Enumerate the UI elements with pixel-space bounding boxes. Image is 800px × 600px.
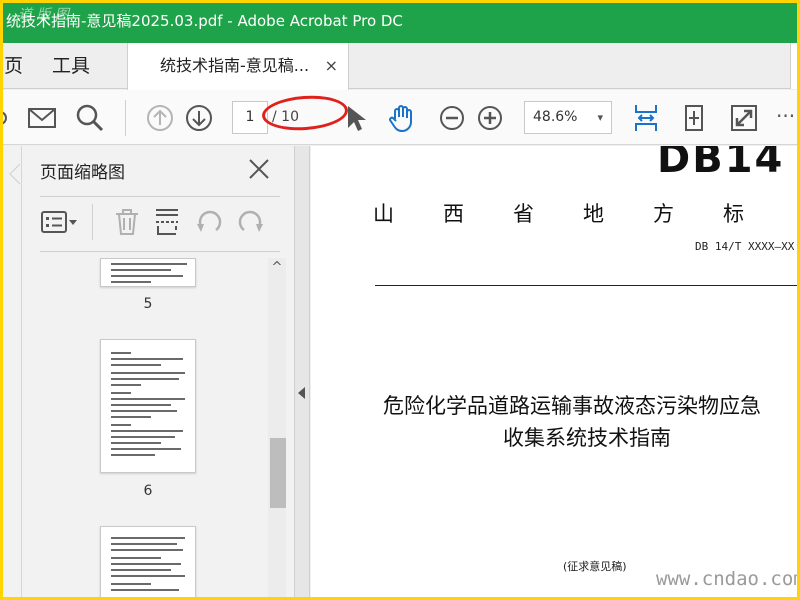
- panel-divider: [40, 251, 280, 252]
- search-icon[interactable]: [74, 102, 106, 134]
- doc-rule: [375, 285, 800, 286]
- scroll-mode-icon[interactable]: [678, 102, 710, 134]
- scroll-up-icon[interactable]: ^: [268, 260, 286, 278]
- extract-pages-icon[interactable]: [152, 206, 182, 238]
- scrollbar-thumb[interactable]: [270, 438, 286, 508]
- zoom-select[interactable]: 48.6% ▾: [524, 101, 612, 134]
- hand-icon[interactable]: [386, 102, 418, 134]
- panel-tool-separator: [92, 204, 93, 240]
- watermark-top: 道 版 图: [18, 7, 69, 23]
- doc-heading-char: 西: [443, 202, 464, 226]
- tab-document-label: 统技术指南-意见稿...: [160, 56, 310, 75]
- chevron-down-icon: ▾: [597, 111, 603, 124]
- next-page-icon[interactable]: [183, 102, 215, 134]
- trash-icon[interactable]: [112, 206, 142, 238]
- tab-tools[interactable]: 工具: [52, 43, 90, 89]
- watermark-bottom: www.cndao.com: [656, 568, 800, 590]
- doc-heading-char: 山: [373, 202, 394, 226]
- select-cursor-icon[interactable]: [340, 102, 372, 134]
- doc-title-line2: 收集系统技术指南: [503, 426, 671, 450]
- rotate-left-icon[interactable]: [194, 206, 224, 238]
- fit-width-icon[interactable]: [630, 102, 662, 134]
- toolbar: 1 / 10 48.6% ▾ ···: [0, 90, 800, 145]
- close-icon[interactable]: [246, 156, 272, 182]
- doc-standard-number: DB 14/T XXXX—XX: [695, 240, 795, 253]
- zoom-in-icon[interactable]: [474, 102, 506, 134]
- page-thumbnail-5[interactable]: [100, 258, 196, 287]
- collapse-arrow-icon[interactable]: [298, 387, 305, 399]
- thumbnails-panel: 页面缩略图 5 6 ^: [22, 146, 294, 600]
- document-view[interactable]: DB14 山 西 省 地 方 标 DB 14/T XXXX—XX 危险化学品道路…: [311, 146, 800, 600]
- more-icon[interactable]: ···: [776, 104, 795, 128]
- thumbnail-scrollbar[interactable]: [268, 258, 286, 600]
- tab-close-icon[interactable]: ×: [325, 43, 338, 89]
- page-number-input[interactable]: 1: [232, 101, 268, 134]
- panel-divider: [40, 196, 280, 197]
- page-thumbnail-6[interactable]: [100, 339, 196, 473]
- toolbar-partial-icon[interactable]: [0, 102, 8, 134]
- doc-heading-char: 地: [583, 202, 604, 226]
- left-nav-strip: [0, 146, 22, 600]
- doc-heading-char: 省: [513, 202, 534, 226]
- options-menu-icon[interactable]: [40, 206, 80, 238]
- toolbar-separator: [125, 100, 126, 136]
- window-title-bar: 统技术指南-意见稿2025.03.pdf - Adobe Acrobat Pro…: [0, 0, 800, 43]
- thumbnail-label: 6: [143, 483, 153, 499]
- panel-pointer-icon: [9, 164, 20, 184]
- tab-home[interactable]: 页: [4, 43, 23, 89]
- doc-standard-code: DB14: [657, 146, 785, 182]
- page-total: / 10: [272, 109, 299, 125]
- page-thumbnail-7[interactable]: [100, 526, 196, 600]
- doc-heading-char: 方: [653, 202, 674, 226]
- doc-draft-note: (征求意见稿): [563, 560, 627, 573]
- panel-title: 页面缩略图: [40, 163, 125, 183]
- doc-title-line1: 危险化学品道路运输事故液态污染物应急: [383, 394, 761, 418]
- fullscreen-icon[interactable]: [728, 102, 760, 134]
- panel-splitter[interactable]: [294, 146, 310, 600]
- zoom-out-icon[interactable]: [436, 102, 468, 134]
- rotate-right-icon[interactable]: [236, 206, 266, 238]
- tab-document[interactable]: 统技术指南-意见稿... ×: [127, 43, 349, 90]
- zoom-value: 48.6%: [533, 109, 578, 125]
- prev-page-icon[interactable]: [144, 102, 176, 134]
- tab-bar: 页 工具 统技术指南-意见稿... ×: [0, 43, 800, 90]
- email-icon[interactable]: [26, 102, 58, 134]
- doc-heading-char: 标: [723, 202, 744, 226]
- thumbnail-label: 5: [143, 296, 153, 312]
- tab-overflow[interactable]: [790, 43, 800, 89]
